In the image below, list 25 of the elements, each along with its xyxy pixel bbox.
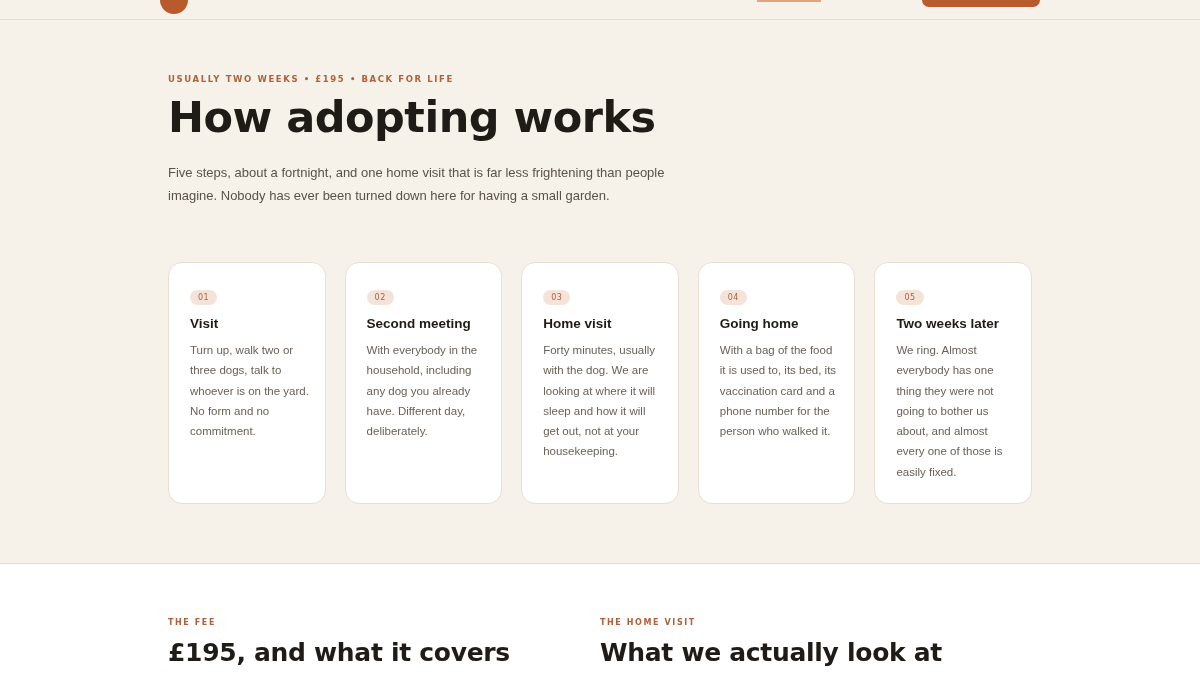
step-text: With a bag of the food it is used to, its bed, its vaccination card and a phone number for the person who walked it. [719,343,838,440]
eyebrow: USUALLY TWO WEEKS • £195 • BACK FOR LIFE [168,74,455,84]
header-button[interactable] [922,0,1040,7]
step-number: 04 [719,290,747,305]
step-title: Home visit [543,316,613,331]
step-title: Two weeks later [896,316,1000,331]
intro-text: Five steps, about a fortnight, and one home visit that is far less frightening than people imagine. Nobody has ever been turned down here for having a small garden. [168,164,666,205]
step-text: With everybody in the household, including any dog you already have. Different day, deliberately. [366,343,479,440]
section-eyebrow: THE FEE [168,618,217,627]
section-title: What we actually look at [600,638,943,667]
step-text: Turn up, walk two or three dogs, talk to whoever is on the yard. No form and no commitment. [190,343,310,440]
step-number: 03 [543,290,571,305]
section-eyebrow: THE HOME VISIT [600,618,697,627]
step-number: 02 [366,290,394,305]
logo-icon[interactable] [160,0,188,14]
step-text: Forty minutes, usually with the dog. We are looking at where it will sleep and how it will get out, not at your housekeeping. [543,343,657,460]
page-title: How adopting works [168,92,657,142]
active-link-underline [757,0,821,2]
step-number: 01 [190,290,218,305]
step-title: Going home [719,316,800,331]
step-text: We ring. Almost everybody has one thing they were not going to bother us about, and almost every one of those is easily fixed. [896,343,1004,480]
step-title: Visit [190,316,220,331]
step-title: Second meeting [366,316,472,331]
section-title: £195, and what it covers [168,638,511,667]
step-number: 05 [896,290,924,305]
